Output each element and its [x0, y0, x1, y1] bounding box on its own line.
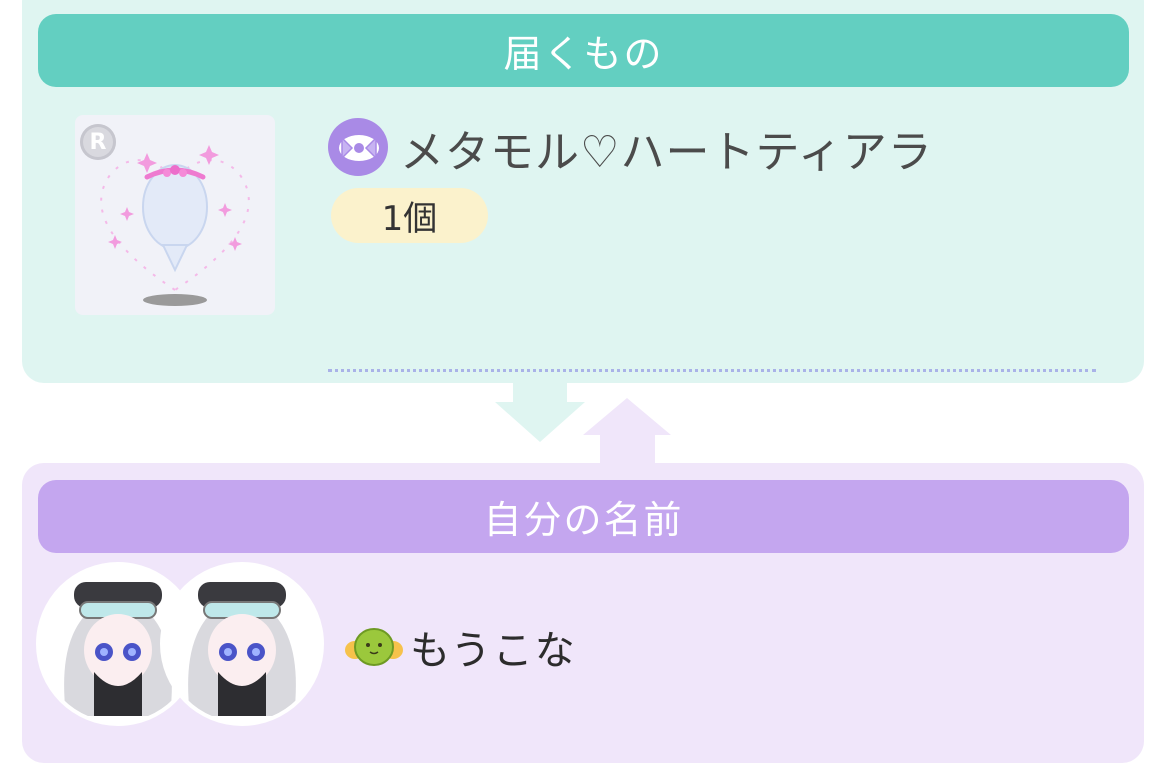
mochi-character-icon [345, 628, 403, 666]
avatar-character-image [188, 582, 296, 716]
rarity-badge: R [80, 124, 116, 160]
user-name: もうこな [410, 628, 577, 674]
name-header: 自分の名前 [38, 480, 1129, 553]
avatar[interactable] [164, 566, 320, 722]
dotted-divider [328, 369, 1096, 372]
receive-header-title: 届くもの [503, 32, 664, 76]
exchange-arrows-icon [495, 380, 671, 470]
item-name: メタモル♡ハートティアラ [400, 127, 933, 178]
name-header-title: 自分の名前 [483, 498, 684, 542]
ribbon-category-icon [328, 118, 388, 176]
quantity-badge: 1個 [331, 188, 488, 243]
receive-header: 届くもの [38, 14, 1129, 87]
